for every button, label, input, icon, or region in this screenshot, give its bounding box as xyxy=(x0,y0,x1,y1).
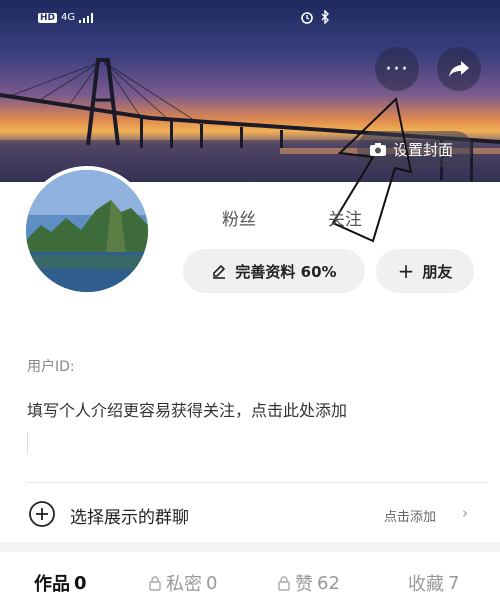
group-chat-action[interactable]: 点击添加 xyxy=(384,506,436,525)
tab-works[interactable]: 作品 0 xyxy=(34,570,87,596)
tab-favorites[interactable]: 收藏 7 xyxy=(408,570,459,596)
chevron-right-icon: › xyxy=(462,504,468,522)
tab-favorites-count: 7 xyxy=(448,572,460,594)
bio-input[interactable]: 填写个人介绍更容易获得关注，点击此处添加 xyxy=(27,397,347,421)
profile-cover[interactable]: HD 4G ··· 设置封面 xyxy=(0,0,500,182)
tab-likes-count: 62 xyxy=(317,572,340,594)
following-stat[interactable]: 关注 xyxy=(328,205,362,230)
group-chat-row[interactable]: 选择展示的群聊 点击添加 › xyxy=(0,486,500,542)
hd-indicator: HD xyxy=(38,12,58,23)
tab-private-count: 0 xyxy=(206,572,218,594)
bluetooth-icon xyxy=(321,10,329,24)
tab-private-label: 私密 xyxy=(166,574,202,595)
lock-icon xyxy=(278,576,290,591)
more-icon: ··· xyxy=(385,56,409,82)
tab-works-count: 0 xyxy=(74,572,87,594)
tab-works-label: 作品 xyxy=(34,574,70,595)
alarm-icon xyxy=(301,12,313,24)
tab-likes[interactable]: 赞 62 xyxy=(277,570,340,596)
share-button[interactable] xyxy=(437,47,481,91)
tab-favorites-label: 收藏 xyxy=(408,574,444,595)
lock-icon xyxy=(149,576,161,591)
complete-profile-button[interactable]: 完善资料 60% xyxy=(183,249,365,293)
add-circle-icon xyxy=(29,501,55,527)
followers-stat[interactable]: 粉丝 xyxy=(222,205,256,230)
user-id-label: 用户ID: xyxy=(27,359,75,375)
status-bar: HD 4G xyxy=(0,10,500,30)
tab-likes-label: 赞 xyxy=(295,574,313,595)
add-friend-button[interactable]: + 朋友 xyxy=(376,249,474,293)
divider xyxy=(27,482,487,483)
followers-label: 粉丝 xyxy=(222,210,256,230)
more-button[interactable]: ··· xyxy=(375,47,419,91)
group-chat-label: 选择展示的群聊 xyxy=(70,508,189,528)
avatar-landscape-image xyxy=(26,170,148,292)
plus-icon: + xyxy=(397,259,415,283)
tab-private[interactable]: 私密 0 xyxy=(148,570,217,596)
edit-icon xyxy=(213,264,226,279)
following-label: 关注 xyxy=(328,210,362,230)
share-icon xyxy=(449,61,469,77)
network-indicator: 4G xyxy=(61,12,76,23)
avatar[interactable] xyxy=(22,166,152,296)
add-friend-label: 朋友 xyxy=(422,262,453,281)
bio-caret xyxy=(27,432,28,454)
complete-profile-label: 完善资料 60% xyxy=(235,262,337,281)
signal-icon xyxy=(79,12,94,23)
section-gap xyxy=(0,542,500,552)
